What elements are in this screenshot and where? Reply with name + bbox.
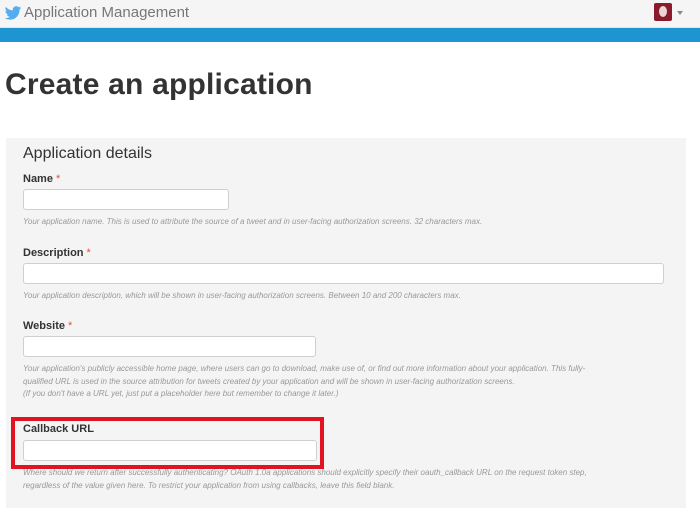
section-title: Application details: [23, 145, 152, 162]
chevron-down-icon[interactable]: [677, 11, 683, 15]
app-title[interactable]: Application Management: [24, 4, 189, 22]
callback-url-help-line: regardless of the value given here. To r…: [23, 480, 395, 490]
website-help-line: qualified URL is used in the source attr…: [23, 376, 515, 386]
website-label-text: Website: [23, 320, 65, 332]
user-avatar-icon[interactable]: [654, 3, 672, 21]
callback-url-help-text: Where should we return after successfull…: [23, 467, 587, 492]
required-marker: *: [86, 247, 91, 259]
website-label: Website *: [23, 319, 72, 333]
website-input[interactable]: [23, 336, 316, 357]
required-marker: *: [67, 320, 73, 332]
name-label-text: Name: [23, 173, 53, 185]
name-help-text: Your application name. This is used to a…: [23, 217, 483, 226]
website-help-text: Your application's publicly accessible h…: [23, 363, 585, 401]
top-navigation-bar: Application Management: [0, 0, 700, 28]
required-marker: *: [55, 173, 61, 185]
name-label: Name *: [23, 172, 60, 186]
name-input[interactable]: [23, 189, 229, 210]
page-title: Create an application: [5, 68, 313, 101]
description-label-text: Description: [23, 247, 84, 259]
description-label: Description *: [23, 246, 91, 260]
description-help-text: Your application description, which will…: [23, 291, 461, 300]
twitter-bird-icon[interactable]: [4, 4, 22, 22]
brand-color-bar: [0, 28, 700, 42]
user-menu[interactable]: [654, 3, 694, 23]
callback-url-highlight-box: [11, 417, 324, 469]
website-help-line: (If you don't have a URL yet, just put a…: [23, 389, 339, 398]
description-input[interactable]: [23, 263, 664, 284]
website-help-line: Your application's publicly accessible h…: [23, 364, 586, 373]
